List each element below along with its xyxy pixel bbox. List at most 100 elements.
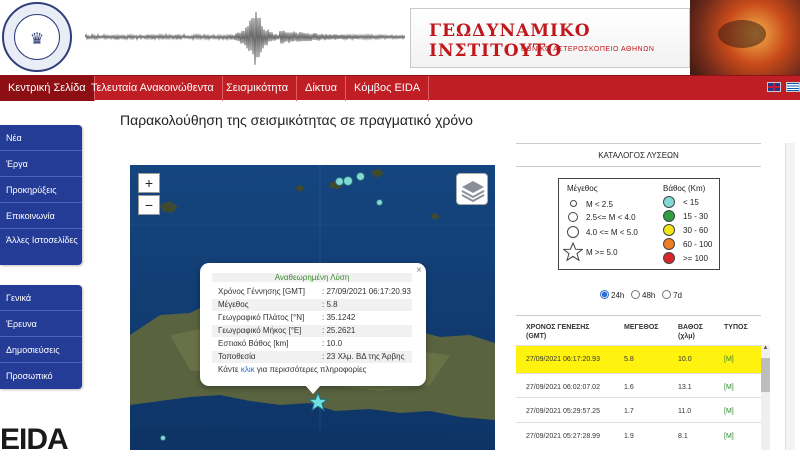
popup-footer-text: για περισσότερες πληροφορίες <box>257 365 367 374</box>
popup-row-label: Εστιακό Βάθος [km] <box>218 339 288 348</box>
radio-48h[interactable]: 48h <box>631 291 655 300</box>
quake-marker-small[interactable] <box>376 199 383 206</box>
table-row[interactable]: 27/09/2021 05:29:57.25 1.7 11.0 [M] <box>516 397 761 425</box>
legend-magnitude-item: 2.5<= M < 4.0 <box>586 213 636 222</box>
popup-row-label: Χρόνος Γέννησης [GMT] <box>218 287 305 296</box>
sidebar-item-general[interactable]: Γενικά <box>0 285 82 311</box>
cell-depth: 10.0 <box>678 356 692 363</box>
time-range-selector: 24h 48h 7d <box>600 290 682 300</box>
nav-networks[interactable]: Δίκτυα <box>297 76 346 101</box>
nav-seismicity[interactable]: Σεισμικότητα <box>218 76 297 101</box>
popup-row-value: : 35.1242 <box>322 313 355 322</box>
logo-figure-icon: ♛ <box>15 29 59 48</box>
cell-magnitude: 1.7 <box>624 408 634 415</box>
popup-footer: Κάντε κλικ για περισσότερες πληροφορίες <box>218 365 366 374</box>
popup-row-label: Γεωγραφικό Μήκος [°E] <box>218 326 301 335</box>
radio-label: 48h <box>642 291 655 300</box>
radio-7d[interactable]: 7d <box>662 291 682 300</box>
radio-dot-icon[interactable] <box>600 290 609 299</box>
sidebar-item-contact[interactable]: Επικοινωνία <box>0 203 82 229</box>
cell-type: [M] <box>724 433 734 440</box>
popup-more-link[interactable]: κλικ <box>241 365 255 374</box>
popup-row-value: : 25.2621 <box>322 326 355 335</box>
column-header-depth[interactable]: ΒΑΘΟΣ (χλμ) <box>678 323 718 341</box>
sidebar-item-research[interactable]: Έρευνα <box>0 311 82 337</box>
sidebar-item-news[interactable]: Νέα <box>0 125 82 151</box>
zoom-out-button[interactable]: − <box>138 195 160 215</box>
popup-heading: Αναθεωρημένη Λύση <box>212 273 412 282</box>
column-header-type[interactable]: ΤΥΠΟΣ <box>724 323 748 332</box>
popup-close-icon[interactable]: × <box>416 265 422 276</box>
scroll-up-icon[interactable]: ▲ <box>761 345 770 355</box>
cell-magnitude: 1.9 <box>624 433 634 440</box>
table-row[interactable]: 27/09/2021 05:27:28.99 1.9 8.1 [M] <box>516 422 761 450</box>
quake-marker-small[interactable] <box>356 172 365 181</box>
popup-row: Τοποθεσία : 23 Χλμ. ΒΔ της Άρβης <box>212 351 412 363</box>
zoom-in-button[interactable]: + <box>138 173 160 193</box>
legend-depth-item: >= 100 <box>683 254 708 263</box>
depth-color-swatch <box>663 252 675 264</box>
sidebar-item-projects[interactable]: Έργα <box>0 151 82 177</box>
legend-depth-item: 30 - 60 <box>683 226 708 235</box>
cell-type: [M] <box>724 384 734 391</box>
institute-brand-box[interactable]: ΓΕΩΔΥΝΑΜΙΚΟ ΙΝΣΤΙΤΟΥΤΟ ΕΘΝΙΚΟ ΑΣΤΕΡΟΣΚΟΠ… <box>410 8 690 68</box>
sidebar-item-other-sites[interactable]: Άλλες Ιστοσελίδες <box>0 229 82 265</box>
cell-time: 27/09/2021 05:29:57.25 <box>526 408 600 415</box>
radio-dot-icon[interactable] <box>631 290 640 299</box>
nav-announcements[interactable]: Τελευταία Ανακοινώθεντα <box>83 76 223 101</box>
institute-title: ΓΕΩΔΥΝΑΜΙΚΟ ΙΝΣΤΙΤΟΥΤΟ <box>429 21 689 61</box>
quake-marker-small[interactable] <box>160 435 166 441</box>
popup-row-value: : 10.0 <box>322 339 342 348</box>
radio-label: 24h <box>611 291 624 300</box>
catalog-table-header: ΧΡΟΝΟΣ ΓΕΝΕΣΗΣ (GMT) ΜΕΓΕΘΟΣ ΒΑΘΟΣ (χλμ)… <box>516 315 761 345</box>
nav-eida-node[interactable]: Κόμβος EIDA <box>346 76 429 101</box>
column-header-magnitude[interactable]: ΜΕΓΕΘΟΣ <box>624 323 658 332</box>
english-flag-icon[interactable] <box>767 82 781 92</box>
legend-small-circle-icon <box>570 200 577 207</box>
sidebar-item-announcements[interactable]: Προκηρύξεις <box>0 177 82 203</box>
legend-depth-item: 60 - 100 <box>683 240 712 249</box>
cell-type: [M] <box>724 408 734 415</box>
popup-row: Γεωγραφικό Πλάτος [°N] : 35.1242 <box>212 312 412 324</box>
sidebar-item-staff[interactable]: Προσωπικό <box>0 363 82 389</box>
legend-depth-heading: Βάθος (Km) <box>663 184 705 193</box>
page-scrollbar[interactable] <box>785 143 795 450</box>
table-row[interactable]: 27/09/2021 06:17:20.93 5.8 10.0 [M] <box>516 345 761 373</box>
quake-star-marker[interactable] <box>308 392 328 412</box>
popup-row: Γεωγραφικό Μήκος [°E] : 25.2621 <box>212 325 412 337</box>
eida-logo[interactable]: EIDA <box>0 423 68 457</box>
logo-inner-ring: ♛ <box>14 14 60 60</box>
radio-24h[interactable]: 24h <box>600 291 624 300</box>
legend-large-circle-icon <box>567 226 579 238</box>
popup-row-label: Γεωγραφικό Πλάτος [°N] <box>218 313 304 322</box>
layers-icon[interactable] <box>456 173 488 205</box>
column-header-time[interactable]: ΧΡΟΝΟΣ ΓΕΝΕΣΗΣ (GMT) <box>526 323 601 341</box>
cell-depth: 8.1 <box>678 433 688 440</box>
depth-color-swatch <box>663 196 675 208</box>
observatory-logo[interactable]: ♛ <box>2 2 72 72</box>
main-navbar: Κεντρική Σελίδα Τελευταία Ανακοινώθεντα … <box>0 75 800 100</box>
cell-magnitude: 5.8 <box>624 356 634 363</box>
legend-star-icon <box>563 242 583 262</box>
nav-home[interactable]: Κεντρική Σελίδα <box>0 76 95 101</box>
depth-color-swatch <box>663 210 675 222</box>
greek-flag-icon[interactable] <box>786 82 800 92</box>
cell-magnitude: 1.6 <box>624 384 634 391</box>
popup-row: Εστιακό Βάθος [km] : 10.0 <box>212 338 412 350</box>
cell-depth: 13.1 <box>678 384 692 391</box>
cell-type: [M] <box>724 356 734 363</box>
cell-time: 27/09/2021 06:17:20.93 <box>526 356 600 363</box>
institute-subtitle: ΕΘΝΙΚΟ ΑΣΤΕΡΟΣΚΟΠΕΙΟ ΑΘΗΝΩΝ <box>521 46 654 53</box>
sidebar-item-publications[interactable]: Δημοσιεύσεις <box>0 337 82 363</box>
catalog-legend: Μέγεθος Βάθος (Km) M < 2.5 2.5<= M < 4.0… <box>558 178 720 270</box>
table-scroll-thumb[interactable] <box>761 358 770 392</box>
legend-magnitude-item: 4.0 <= M < 5.0 <box>586 228 638 237</box>
radio-dot-icon[interactable] <box>662 290 671 299</box>
quake-marker-small[interactable] <box>343 176 353 186</box>
sidebar-group-info: Γενικά Έρευνα Δημοσιεύσεις Προσωπικό <box>0 285 82 389</box>
seismogram-graphic <box>85 0 405 75</box>
legend-depth-item: < 15 <box>683 198 699 207</box>
popup-row-value: : 27/09/2021 06:17:20.93 <box>322 287 411 296</box>
legend-magnitude-heading: Μέγεθος <box>567 184 598 193</box>
page-title: Παρακολούθηση της σεισμικότητας σε πραγμ… <box>120 112 473 128</box>
